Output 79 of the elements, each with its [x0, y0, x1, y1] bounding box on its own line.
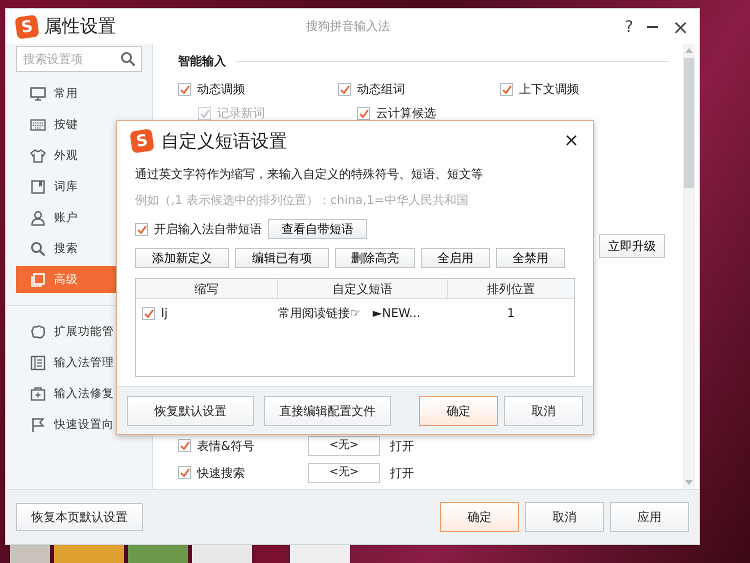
option-label: 开启输入法自带短语 — [154, 221, 262, 238]
checkbox[interactable] — [500, 82, 513, 96]
shirt-icon — [30, 148, 46, 164]
toolbox-icon — [30, 386, 46, 402]
search-field[interactable]: 搜索设置项 — [16, 46, 142, 72]
restore-defaults-button[interactable]: 恢复本页默认设置 — [16, 503, 143, 531]
option-label: 快速搜索 — [197, 464, 245, 482]
taskbar-thumbnail[interactable] — [256, 545, 286, 563]
example-text: 例如（,1 表示候选中的排列位置）：china,1=中华人民共和国 — [135, 192, 470, 209]
action-button[interactable]: 添加新定义 — [135, 248, 229, 268]
scroll-up-icon — [684, 46, 694, 54]
dialog-button[interactable]: 确定 — [419, 396, 498, 426]
taskbar-thumbnail[interactable] — [128, 545, 188, 563]
checkbox[interactable] — [357, 106, 370, 120]
minimize-icon — [647, 26, 658, 28]
option-label: 动态调频 — [197, 81, 245, 98]
option-label: 上下文调频 — [519, 81, 579, 98]
sidebar-item[interactable]: 扩展功能管 — [16, 316, 152, 347]
dialog-button[interactable]: 取消 — [504, 396, 583, 426]
scroll-down-icon — [684, 479, 694, 487]
section-title: 智能输入 — [178, 53, 226, 70]
table-cell-text: lj — [161, 305, 168, 322]
scrollbar[interactable] — [683, 44, 695, 489]
checkbox[interactable] — [178, 82, 191, 96]
flag-icon — [30, 416, 46, 432]
sidebar-item[interactable]: 输入法管理 — [16, 347, 152, 378]
column-header: 自定义短语 — [278, 279, 448, 298]
option-label: 云计算候选 — [376, 105, 436, 122]
checkbox[interactable] — [142, 306, 155, 320]
square-icon — [30, 272, 46, 288]
help-button[interactable]: ? — [624, 14, 634, 38]
action-button[interactable]: 全禁用 — [496, 248, 565, 268]
view-builtin-button[interactable]: 查看自带短语 — [268, 219, 367, 239]
action-button[interactable]: 全启用 — [421, 248, 490, 268]
option-label: 记录新词 — [217, 105, 265, 122]
cloud-icon — [30, 324, 46, 340]
taskbar-thumbnail[interactable] — [290, 545, 350, 563]
footer-button[interactable]: 直接编辑配置文件 — [264, 396, 391, 426]
action-label: 打开 — [390, 464, 414, 482]
table-cell-text: 1 — [506, 305, 516, 322]
column-header: 缩写 — [136, 279, 278, 298]
action-button[interactable]: 编辑已有项 — [235, 248, 329, 268]
book-icon — [30, 178, 46, 194]
sidebar-item[interactable]: 常用 — [16, 78, 152, 109]
hotkey-field[interactable]: <无> — [308, 436, 380, 456]
footer-button[interactable]: 应用 — [610, 502, 689, 532]
upgrade-button[interactable]: 立即升级 — [599, 234, 665, 258]
keyboard-icon — [30, 116, 46, 132]
dialog-title: 自定义短语设置 — [161, 130, 287, 154]
checkbox[interactable] — [178, 466, 191, 479]
close-button[interactable]: × — [672, 16, 689, 36]
search-icon — [120, 51, 136, 67]
scrollbar-thumb[interactable] — [684, 58, 694, 188]
logo-icon: S — [14, 14, 40, 39]
footer-button[interactable]: 取消 — [525, 502, 604, 532]
footer-button[interactable]: 确定 — [440, 502, 519, 532]
option-label: 表情&符号 — [197, 438, 254, 454]
taskbar-thumbnail[interactable] — [54, 545, 124, 563]
option-label: 动态组词 — [357, 81, 405, 98]
checkbox[interactable] — [135, 222, 148, 236]
logo-icon: S — [130, 128, 154, 154]
column-header: 排列位置 — [486, 280, 536, 298]
table-cell-text: 常用阅读链接☞ ►NEW... — [278, 305, 422, 322]
search-icon — [30, 240, 46, 256]
checkbox[interactable] — [178, 439, 191, 452]
taskbar-thumbnail[interactable] — [192, 545, 252, 563]
action-label: 打开 — [390, 438, 414, 454]
action-button[interactable]: 删除高亮 — [335, 248, 415, 268]
person-icon — [30, 210, 46, 226]
taskbar-thumbnail[interactable] — [10, 545, 50, 563]
checkbox[interactable] — [338, 82, 351, 96]
window-title: 属性设置 — [44, 15, 116, 39]
list-icon — [30, 354, 46, 370]
monitor-icon — [30, 86, 46, 102]
footer-button[interactable]: 恢复默认设置 — [127, 396, 254, 426]
description-text: 通过英文字符作为缩写，来输入自定义的特殊符号、短语、短文等 — [135, 166, 484, 183]
hotkey-field[interactable]: <无> — [308, 462, 380, 482]
close-button[interactable]: × — [564, 132, 579, 150]
app-name: 搜狗拼音输入法 — [306, 18, 390, 35]
